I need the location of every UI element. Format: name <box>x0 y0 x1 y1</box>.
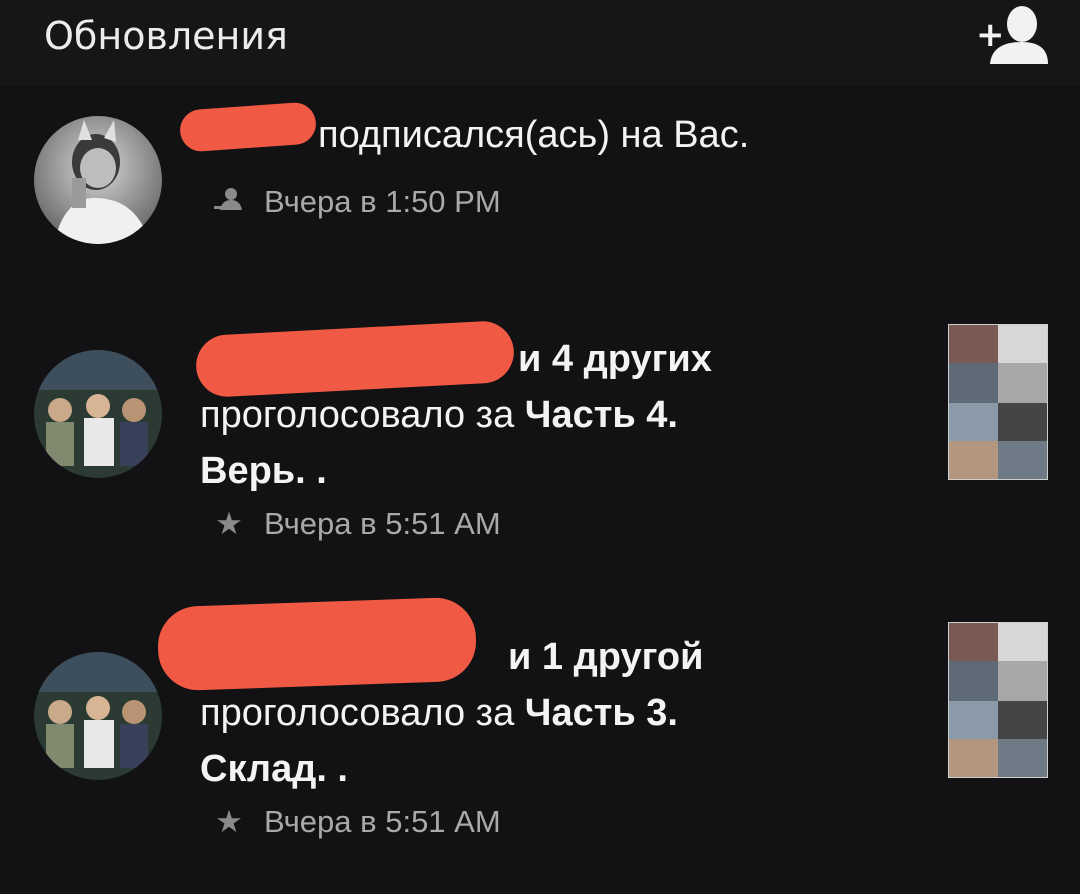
chapter-title-cont[interactable]: Склад. . <box>200 740 348 798</box>
notification-others: и 4 других <box>518 338 712 380</box>
notification-text: подписался(ась) на Вас. <box>318 114 750 156</box>
chapter-title[interactable]: Часть 3. <box>525 692 678 734</box>
add-user-icon: + <box>976 6 1048 64</box>
page-title: Обновления <box>44 14 288 58</box>
app-header: Обновления + <box>0 0 1080 86</box>
avatar[interactable] <box>34 116 162 244</box>
notification-text: проголосовало за Часть 3. <box>200 684 678 742</box>
user-icon <box>212 184 246 220</box>
notification-time: Вчера в 5:51 AM <box>264 804 501 839</box>
notification-meta: ★ Вчера в 5:51 AM <box>212 506 501 542</box>
notification-item[interactable]: подписался(ась) на Вас. Вчера в 1:50 PM <box>0 86 1080 286</box>
add-user-button[interactable]: + <box>976 4 1050 66</box>
redacted-username <box>178 101 318 153</box>
notification-time: Вчера в 1:50 PM <box>264 184 501 219</box>
notification-action: проголосовало за <box>200 692 515 734</box>
notification-text: проголосовало за Часть 4. <box>200 386 678 444</box>
notification-meta: ★ Вчера в 5:51 AM <box>212 804 501 840</box>
notification-meta: Вчера в 1:50 PM <box>212 184 501 220</box>
notification-action: проголосовало за <box>200 394 515 436</box>
notification-item[interactable]: и 4 других проголосовало за Часть 4. Вер… <box>0 300 1080 570</box>
avatar[interactable] <box>34 350 162 478</box>
story-cover-thumbnail[interactable] <box>948 622 1048 778</box>
star-icon: ★ <box>215 804 243 839</box>
avatar[interactable] <box>34 652 162 780</box>
chapter-title-cont[interactable]: Верь. . <box>200 442 327 500</box>
story-cover-thumbnail[interactable] <box>948 324 1048 480</box>
chapter-title[interactable]: Часть 4. <box>525 394 678 436</box>
redacted-username <box>156 596 478 692</box>
notification-item[interactable]: и 1 другой проголосовало за Часть 3. Скл… <box>0 596 1080 868</box>
star-icon: ★ <box>215 506 243 541</box>
notification-others: и 1 другой <box>508 636 704 678</box>
notification-time: Вчера в 5:51 AM <box>264 506 501 541</box>
